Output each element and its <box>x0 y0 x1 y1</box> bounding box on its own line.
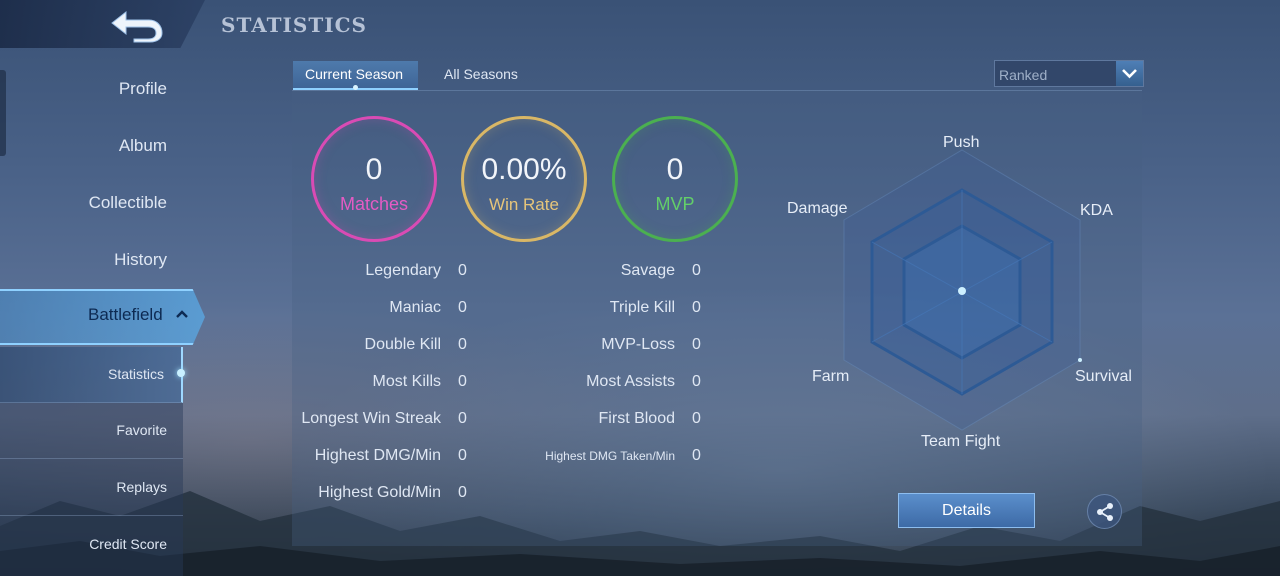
mode-select[interactable]: Ranked <box>994 60 1144 87</box>
stat-first-blood-value: 0 <box>692 410 701 427</box>
win-rate-value: 0.00% <box>481 153 567 186</box>
stat-triple-kill-value: 0 <box>692 299 701 316</box>
sidebar-subitem-credit-score[interactable]: Credit Score <box>0 517 183 573</box>
radar-label-push: Push <box>943 134 980 151</box>
stat-highest-gold-label: Highest Gold/Min <box>318 484 441 501</box>
radar-label-damage: Damage <box>787 200 848 217</box>
share-icon <box>1097 503 1113 521</box>
tab-all-seasons[interactable]: All Seasons <box>444 66 518 82</box>
mvp-value: 0 <box>666 153 684 186</box>
stat-highest-dmg-taken-value: 0 <box>692 447 701 464</box>
stat-double-kill-value: 0 <box>458 336 467 353</box>
stat-highest-dmg-label: Highest DMG/Min <box>314 447 441 464</box>
stat-savage-value: 0 <box>692 262 701 279</box>
radar-vertex-point <box>1078 358 1082 362</box>
matches-stat: 0 Matches <box>311 116 437 242</box>
details-button[interactable]: Details <box>898 493 1035 528</box>
matches-label: Matches <box>339 194 409 214</box>
sidebar-scroll-indicator <box>0 70 6 156</box>
sidebar-item-collectible[interactable]: Collectible <box>89 193 167 213</box>
stat-highest-gold-value: 0 <box>458 484 467 501</box>
stat-savage-label: Savage <box>620 262 675 279</box>
stat-maniac-value: 0 <box>458 299 467 316</box>
sidebar-item-history[interactable]: History <box>114 250 167 270</box>
sidebar-subitem-statistics[interactable]: Statistics <box>0 347 183 403</box>
share-button[interactable] <box>1087 494 1122 529</box>
mode-select-value: Ranked <box>999 67 1048 83</box>
stat-most-assists-value: 0 <box>692 373 701 390</box>
stat-mvp-loss-label: MVP-Loss <box>601 336 675 353</box>
sidebar-item-profile[interactable]: Profile <box>119 79 167 99</box>
sidebar-item-battlefield-label: Battlefield <box>88 305 163 324</box>
back-button[interactable] <box>0 0 205 48</box>
stat-most-kills-value: 0 <box>458 373 467 390</box>
radar-center-point <box>958 287 966 295</box>
mvp-label: MVP <box>655 194 695 214</box>
back-arrow-icon <box>111 10 163 43</box>
stat-highest-dmg-taken-label: Highest DMG Taken/Min <box>545 449 675 463</box>
stat-maniac-label: Maniac <box>389 299 441 316</box>
chevron-up-icon <box>176 310 188 318</box>
sidebar-subitem-favorite[interactable]: Favorite <box>0 403 183 459</box>
sidebar-subitem-label: Statistics <box>107 366 164 382</box>
win-rate-stat: 0.00% Win Rate <box>461 116 587 242</box>
stat-triple-kill-label: Triple Kill <box>609 299 675 316</box>
stat-first-blood-label: First Blood <box>598 410 675 427</box>
stat-most-kills-label: Most Kills <box>372 373 441 390</box>
stat-longest-win-streak-label: Longest Win Streak <box>301 410 441 427</box>
sidebar-subitem-replays[interactable]: Replays <box>0 460 183 516</box>
stat-mvp-loss-value: 0 <box>692 336 701 353</box>
radar-label-farm: Farm <box>812 368 850 385</box>
radar-label-kda: KDA <box>1080 202 1113 219</box>
stat-longest-win-streak-value: 0 <box>458 410 467 427</box>
stat-most-assists-label: Most Assists <box>586 373 675 390</box>
radar-chart <box>843 149 1082 431</box>
page-title: STATISTICS <box>221 13 367 37</box>
mvp-stat: 0 MVP <box>612 116 738 242</box>
stat-legendary-label: Legendary <box>365 262 441 279</box>
chevron-down-icon <box>1122 69 1137 79</box>
matches-value: 0 <box>365 153 383 186</box>
active-indicator-dot <box>177 369 185 377</box>
win-rate-label: Win Rate <box>489 195 559 214</box>
stat-legendary-value: 0 <box>458 262 467 279</box>
mode-select-toggle[interactable] <box>1116 61 1143 86</box>
tab-label: Current Season <box>305 66 404 82</box>
stat-double-kill-label: Double Kill <box>364 336 441 353</box>
sidebar-subitem-label: Credit Score <box>89 536 167 552</box>
stat-highest-dmg-value: 0 <box>458 447 467 464</box>
sidebar-subitem-label: Replays <box>116 479 167 495</box>
sidebar-subitem-label: Favorite <box>116 422 167 438</box>
radar-label-team-fight: Team Fight <box>921 433 1001 450</box>
radar-label-survival: Survival <box>1075 368 1132 385</box>
sidebar-item-album[interactable]: Album <box>119 136 167 156</box>
